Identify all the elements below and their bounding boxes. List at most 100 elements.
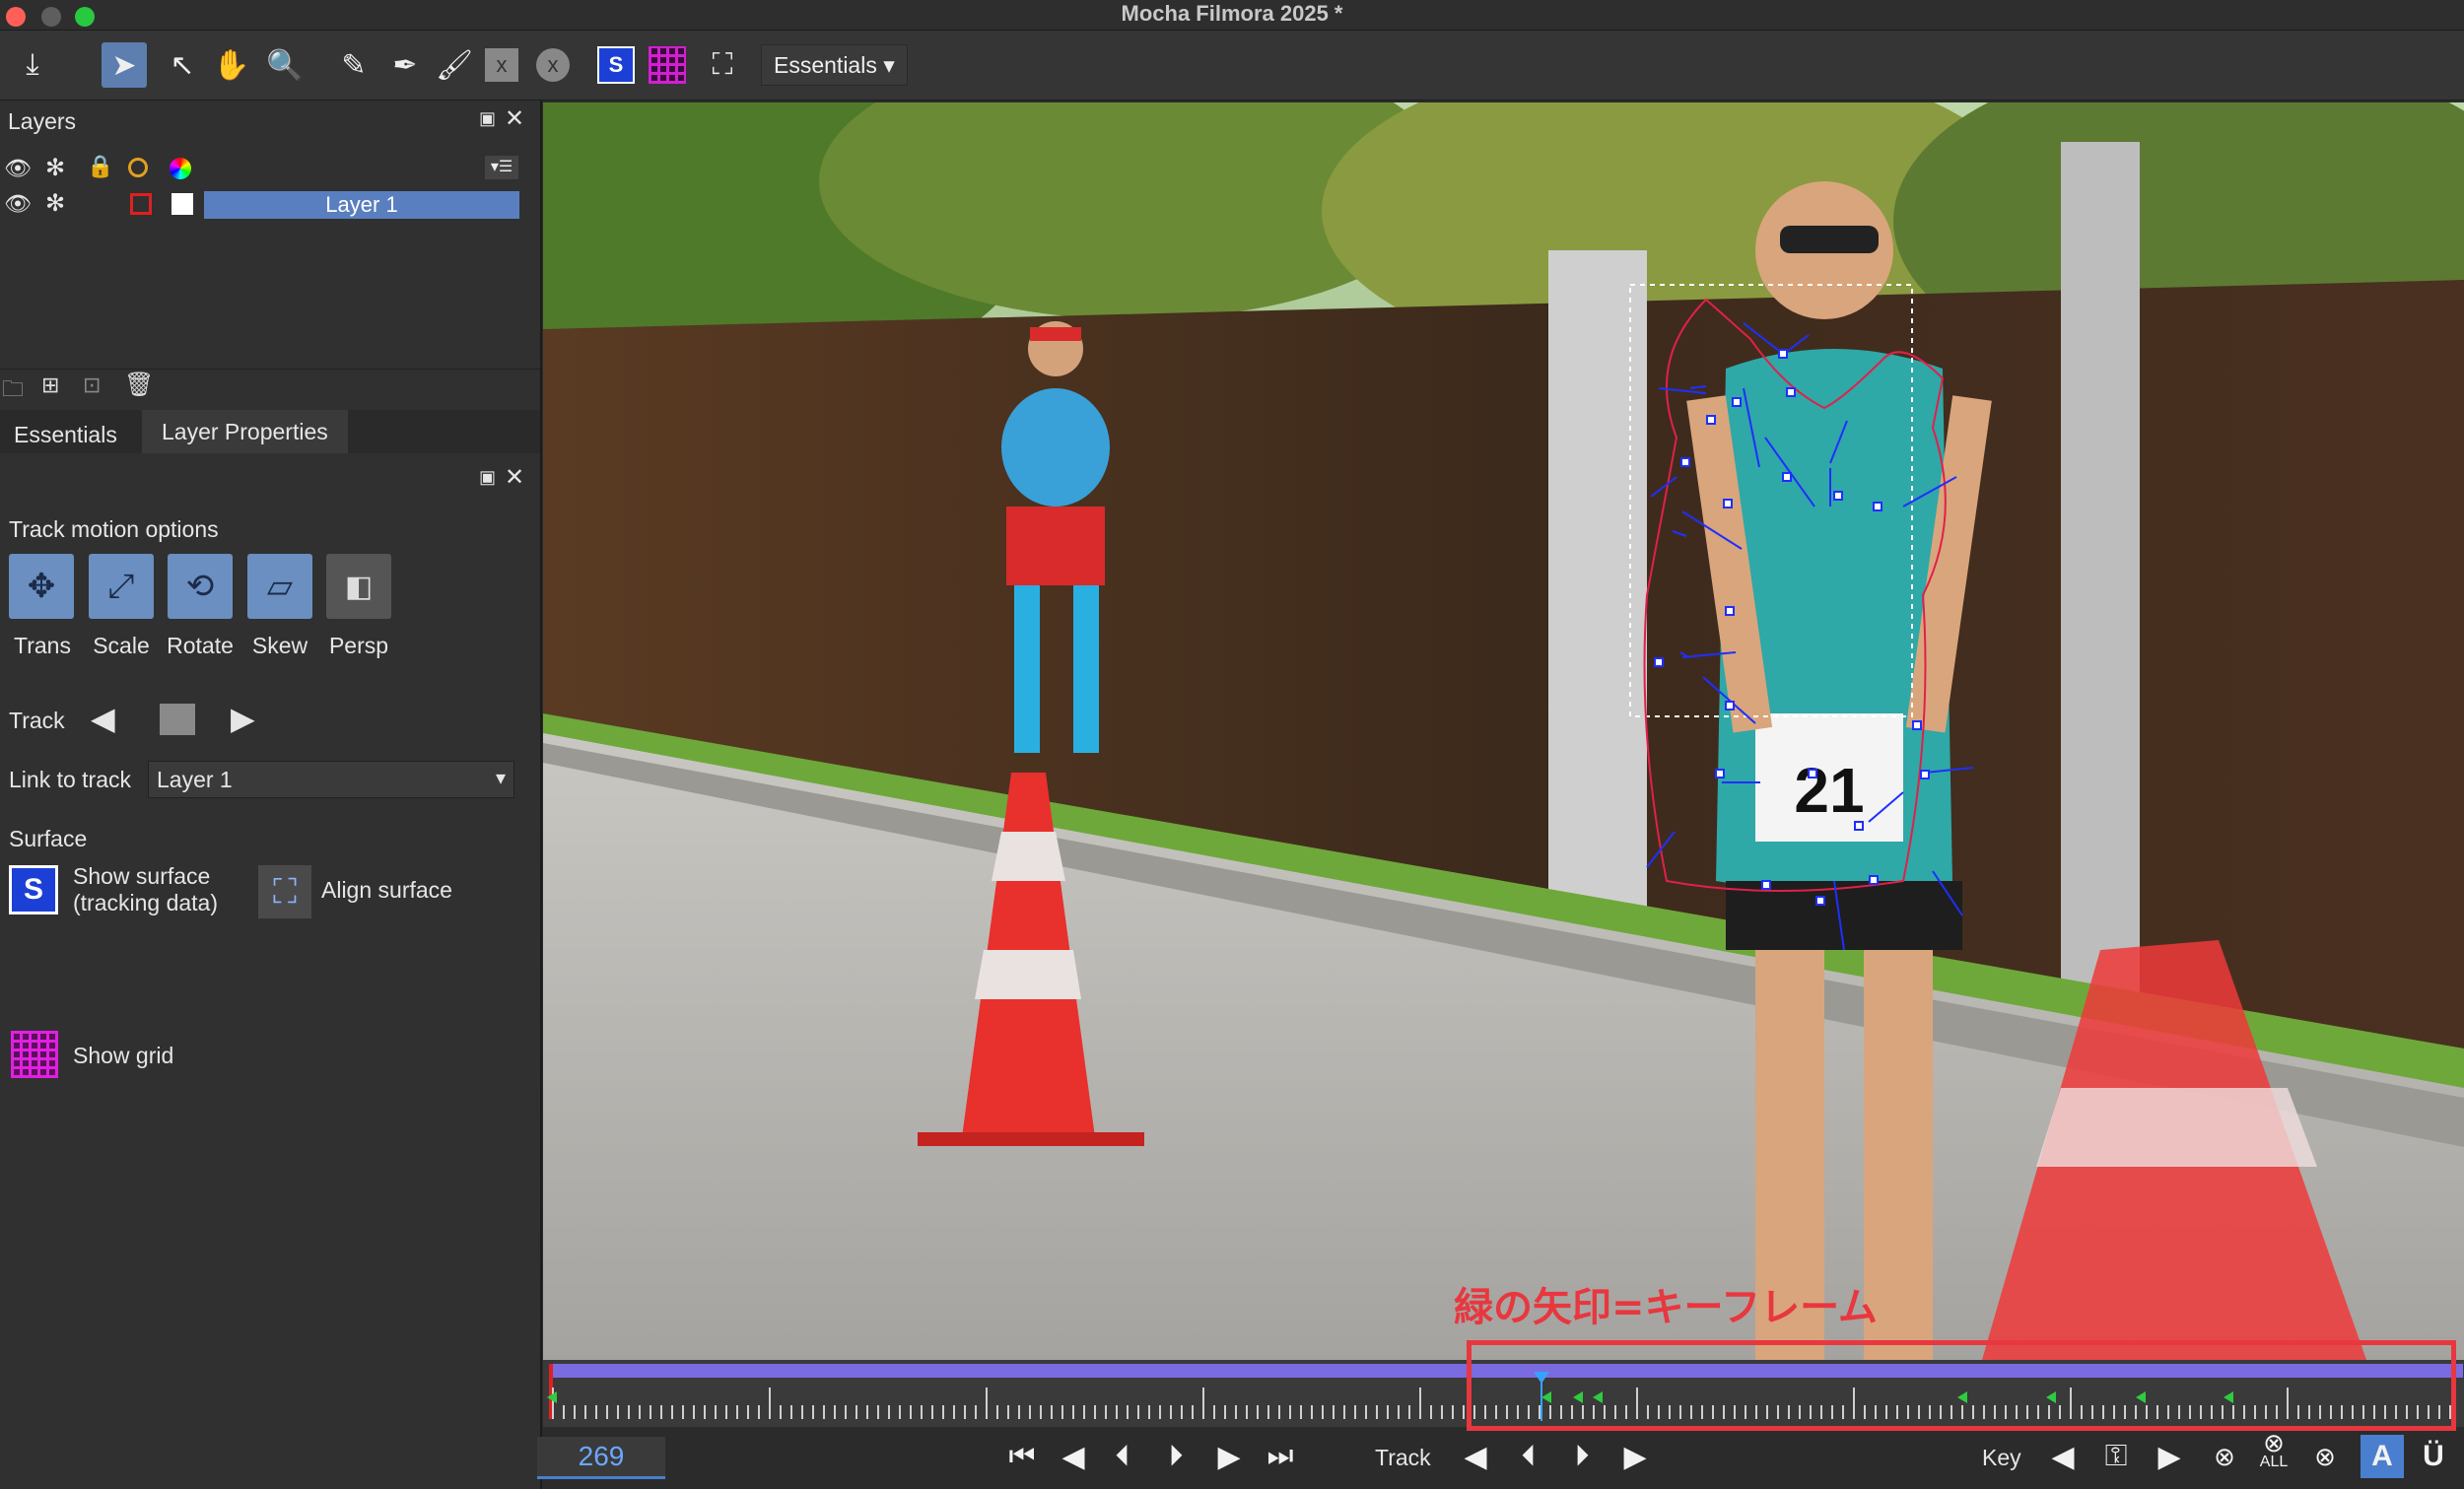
title-bar: Mocha Filmora 2025 * (0, 0, 2464, 31)
close-panel-icon[interactable]: ✕ (505, 104, 524, 133)
annotation-box (1467, 1340, 2456, 1431)
surface-icon[interactable]: S (593, 42, 639, 88)
tab-layer-properties[interactable]: Layer Properties (142, 410, 348, 453)
pointer-icon[interactable]: ➤ (102, 42, 147, 88)
workspace-dropdown[interactable]: Essentials ▾ (761, 44, 908, 86)
layer-menu-icon[interactable]: ▾☰ (485, 156, 518, 179)
duplicate-layer-icon[interactable]: ⊡ (83, 372, 101, 398)
layer-1-row[interactable]: Layer 1 (204, 191, 519, 219)
skew-button[interactable]: ▱ (247, 554, 312, 619)
layers-panel-title: Layers (8, 108, 77, 134)
delete-key-icon[interactable]: ⊗ (2203, 1435, 2246, 1478)
toolbar: ⤓ ➤ ↖ ✋ 🔍 ✎ ✒ 🖌 x x S ⛶ Essentials ▾ (0, 31, 2464, 101)
zoom-icon[interactable]: 🔍 (262, 42, 308, 88)
show-grid-icon[interactable] (11, 1031, 58, 1078)
track-backward-icon[interactable]: ◀ (1454, 1435, 1497, 1478)
show-grid-label: Show grid (73, 1043, 174, 1068)
u-button[interactable]: Ü (2412, 1435, 2455, 1478)
float-props-icon[interactable]: ▣ (479, 467, 496, 488)
video-frame: 21 (543, 102, 2464, 1360)
prev-key-icon[interactable]: ◀ (2041, 1435, 2085, 1478)
bezier-icon[interactable]: ✒ (382, 42, 428, 88)
show-surface-line1: Show surface (73, 863, 211, 889)
layer-visibility-icon[interactable]: 👁 (4, 191, 32, 217)
step-back-icon[interactable]: ⏴ (1101, 1435, 1144, 1478)
trash-icon[interactable]: 🗑 (124, 371, 154, 399)
skew-label: Skew (251, 633, 308, 658)
workspace-label: Essentials (774, 52, 877, 78)
new-folder-icon[interactable]: 🗀 (2, 372, 24, 410)
brush-icon[interactable]: 🖌 (432, 42, 477, 88)
float-panel-icon[interactable]: ▣ (479, 108, 496, 129)
all-label: ALL (2259, 1454, 2289, 1470)
add-key-icon[interactable]: ⚿ (2094, 1435, 2138, 1478)
autokey-button[interactable]: A (2361, 1435, 2404, 1478)
track-label: Track (9, 708, 65, 733)
video-viewer[interactable]: 21 緑の矢印=キーフレーム (543, 102, 2464, 1360)
show-surface-line2: (tracking data) (73, 890, 219, 915)
tab-essentials[interactable]: Essentials (14, 422, 117, 448)
delete-all-keys-glyph: ⊗ (2263, 1428, 2285, 1457)
trans-button[interactable]: ✥ (9, 554, 74, 619)
add-point-icon[interactable]: ↖ (160, 42, 205, 88)
go-to-start-icon[interactable]: ⏮ (1000, 1435, 1044, 1478)
stop-track-icon[interactable] (160, 704, 195, 735)
add-layer-icon[interactable]: ⊞ (41, 372, 59, 398)
lock-icon: 🔒 (87, 154, 114, 178)
scale-button[interactable]: ⤢ (89, 554, 154, 619)
link-to-track-select[interactable]: Layer 1 ▾ (148, 761, 514, 798)
next-key-icon[interactable]: ▶ (2148, 1435, 2191, 1478)
track-step-forward-icon[interactable]: ⏵ (1560, 1435, 1604, 1478)
link-to-track-label: Link to track (9, 767, 131, 792)
layer-color-swatch[interactable] (130, 193, 152, 215)
key-label: Key (1982, 1445, 2021, 1470)
rotate-icon: ⟲ (185, 568, 215, 605)
rotate-label: Rotate (167, 633, 234, 658)
close-props-icon[interactable]: ✕ (505, 463, 524, 492)
eye-icon: 👁 (4, 156, 32, 180)
track-motion-heading: Track motion options (9, 516, 219, 542)
circle-x-icon[interactable]: x (530, 42, 576, 88)
scale-label: Scale (93, 633, 150, 658)
step-forward-icon[interactable]: ⏵ (1154, 1435, 1198, 1478)
perspective-icon: ◧ (344, 570, 374, 603)
annotation-text: 緑の矢印=キーフレーム (1454, 1285, 1878, 1330)
go-to-end-icon[interactable]: ⏭ (1259, 1435, 1302, 1478)
color-wheel-icon (170, 158, 191, 179)
chevron-down-icon: ▾ (495, 768, 506, 789)
scale-icon: ⤢ (107, 567, 135, 605)
persp-label: Persp (328, 633, 389, 658)
align-surface-label: Align surface (321, 877, 452, 903)
x-icon[interactable]: x (479, 42, 524, 88)
link-to-track-value: Layer 1 (157, 767, 233, 792)
layer-matte-swatch[interactable] (171, 193, 193, 215)
track-forward-icon[interactable]: ▶ (1613, 1435, 1657, 1478)
layer-gear-icon[interactable]: ✻ (45, 189, 65, 218)
window-title: Mocha Filmora 2025 * (1121, 1, 1343, 26)
track-forward-icon[interactable]: ▶ (231, 700, 255, 737)
track-label: Track (1375, 1445, 1431, 1470)
download-icon[interactable]: ⤓ (10, 42, 55, 88)
hand-icon[interactable]: ✋ (209, 42, 254, 88)
timeline: 269 ⏮ ◀ ⏴ ⏵ ▶ ⏭ Track ◀ ⏴ ⏵ ▶ Key ◀ ⚿ ▶ … (537, 1340, 2464, 1489)
show-surface-label: Show surface (tracking data) (73, 863, 218, 916)
delete-key-forward-icon[interactable]: ⊗ (2303, 1435, 2347, 1478)
show-surface-icon[interactable]: S (9, 865, 58, 914)
align-surface-icon[interactable]: ⛶ (700, 42, 745, 88)
grid-icon[interactable] (645, 42, 690, 88)
play-backward-icon[interactable]: ◀ (1052, 1435, 1095, 1478)
gear-icon: ✻ (45, 155, 66, 181)
color-ring-icon (128, 158, 148, 177)
xspline-icon[interactable]: ✎ (331, 42, 376, 88)
rotate-button[interactable]: ⟲ (168, 554, 233, 619)
track-step-back-icon[interactable]: ⏴ (1507, 1435, 1550, 1478)
play-forward-icon[interactable]: ▶ (1207, 1435, 1251, 1478)
persp-button[interactable]: ◧ (326, 554, 391, 619)
chevron-down-icon: ▾ (883, 52, 895, 78)
surface-heading: Surface (9, 826, 88, 851)
frame-number-field[interactable]: 269 (537, 1437, 665, 1479)
delete-all-keys-icon[interactable]: ⊗ ALL (2252, 1428, 2295, 1474)
left-panel: Layers ▣ ✕ 👁 ✻ 🔒 ▾☰ 👁 ✻ Layer 1 🗀 ⊞ ⊡ 🗑 … (0, 101, 542, 1489)
track-backward-icon[interactable]: ◀ (91, 700, 115, 737)
align-surface-icon[interactable]: ⛶ (258, 865, 311, 918)
